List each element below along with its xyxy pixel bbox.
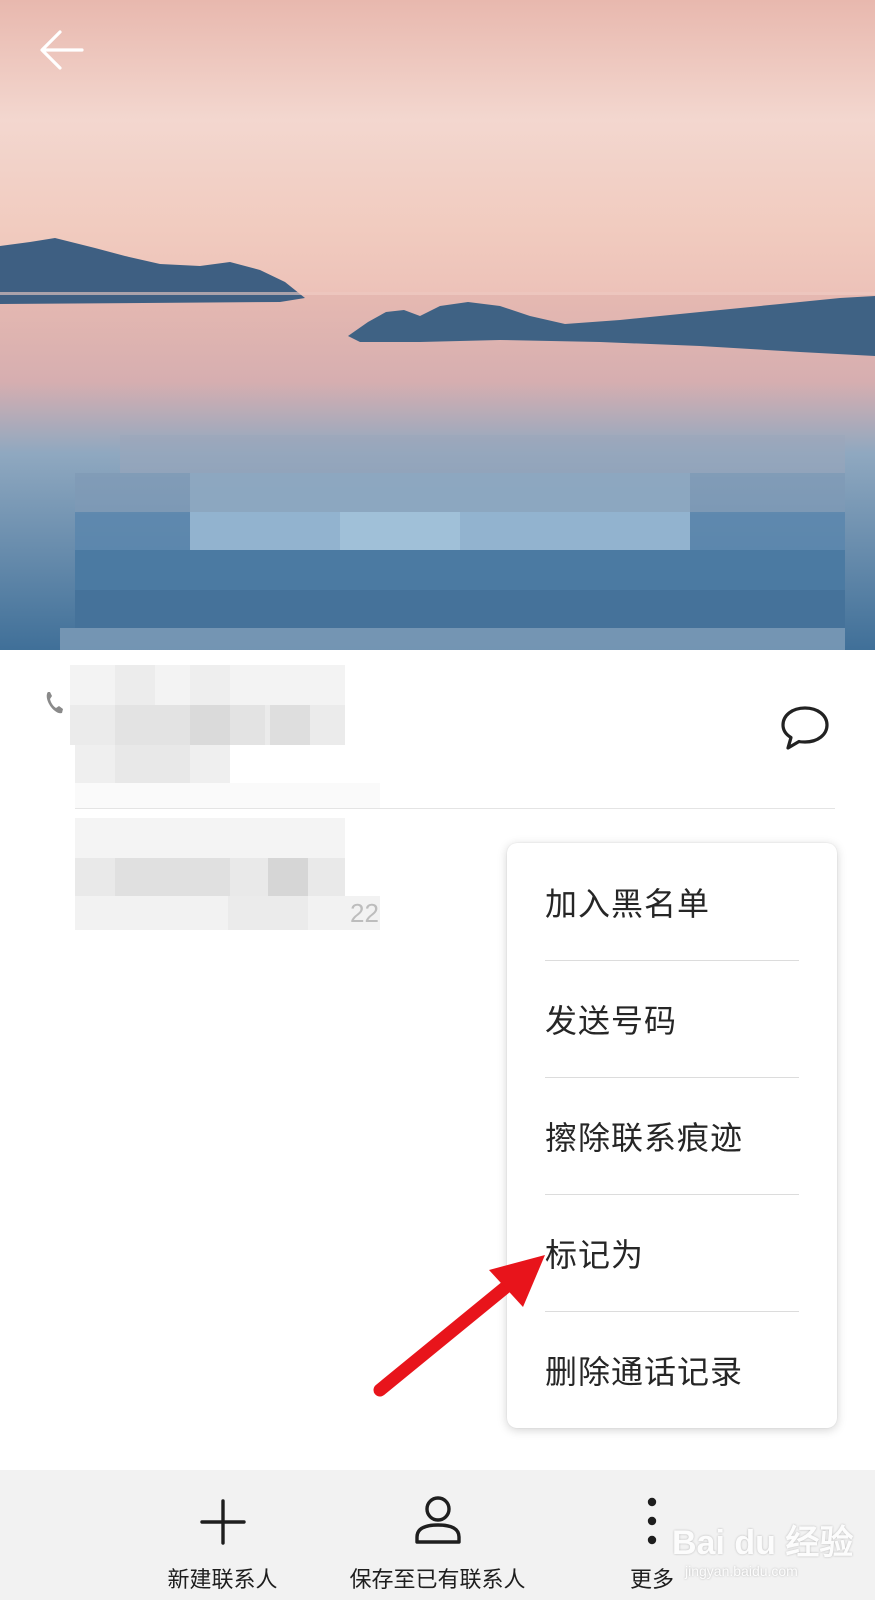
menu-item-delete-call-log[interactable]: 删除通话记录 — [545, 1311, 799, 1428]
new-contact-label: 新建联系人 — [167, 1568, 278, 1593]
menu-item-send-number[interactable]: 发送号码 — [545, 960, 799, 1077]
more-vertical-icon — [644, 1496, 660, 1550]
message-button[interactable] — [776, 704, 834, 756]
menu-item-mark-as[interactable]: 标记为 — [545, 1194, 799, 1311]
redacted-call-record — [0, 815, 400, 935]
baidu-jingyan-watermark: Bai du 经验 jingyan.baidu.com — [660, 1497, 860, 1587]
overflow-menu: 加入黑名单 发送号码 擦除联系痕迹 标记为 删除通话记录 — [507, 843, 837, 1428]
plus-icon — [199, 1498, 247, 1550]
person-icon — [414, 1494, 462, 1550]
menu-item-add-to-blacklist[interactable]: 加入黑名单 — [545, 843, 799, 960]
contact-header-background — [0, 0, 875, 650]
watermark-url: jingyan.baidu.com — [685, 1563, 798, 1579]
new-contact-button[interactable]: 新建联系人 — [150, 1470, 295, 1600]
message-bubble-icon — [779, 704, 831, 756]
call-number-suffix: 22 — [350, 898, 379, 928]
redacted-contact-name — [0, 0, 875, 650]
watermark-logo: Bai du 经验 — [672, 1524, 854, 1562]
save-to-existing-contact-button[interactable]: 保存至已有联系人 — [330, 1470, 545, 1600]
phone-icon — [44, 690, 66, 720]
section-divider — [75, 808, 835, 809]
save-to-existing-contact-label: 保存至已有联系人 — [349, 1568, 526, 1593]
menu-item-erase-traces[interactable]: 擦除联系痕迹 — [545, 1077, 799, 1194]
